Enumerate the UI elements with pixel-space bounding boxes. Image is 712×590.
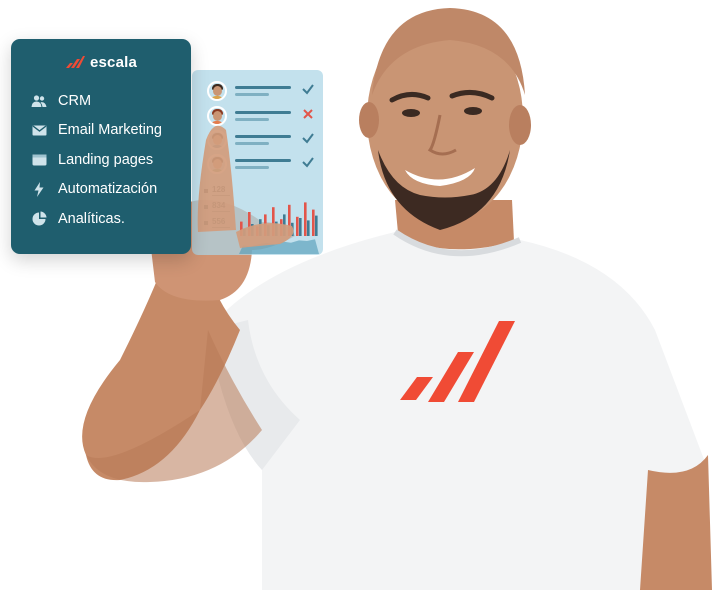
chart-bar-blue xyxy=(299,218,302,236)
nav-label: Landing pages xyxy=(58,151,154,168)
contacts-analytics-card: 128 834 556 xyxy=(192,70,323,255)
stat-value: 128 xyxy=(212,185,226,194)
contact-avatar xyxy=(207,106,227,126)
nav-list: CRM Email Marketing Landing pages Automa… xyxy=(31,86,162,234)
contact-row[interactable] xyxy=(207,106,315,128)
chart-bar-red xyxy=(264,214,267,236)
pie-chart-icon xyxy=(31,211,47,227)
chart-bar-red xyxy=(256,226,259,236)
stat-item: 556 xyxy=(204,217,244,230)
nav-item-email-marketing[interactable]: Email Marketing xyxy=(31,116,162,146)
chart-bar-red xyxy=(296,216,299,236)
chart-bar-red xyxy=(248,212,251,236)
chart-bar-red xyxy=(288,204,291,236)
stat-value: 834 xyxy=(212,201,226,210)
cross-icon xyxy=(303,109,313,119)
browser-window-icon xyxy=(31,152,47,168)
chart-bar-blue xyxy=(307,220,310,236)
contact-avatar xyxy=(207,81,227,101)
nav-item-landing-pages[interactable]: Landing pages xyxy=(31,145,162,175)
nav-label: Analíticas. xyxy=(58,210,125,227)
check-icon xyxy=(302,157,314,168)
chart-bar-blue xyxy=(251,224,254,236)
contact-avatar xyxy=(207,130,227,150)
nav-label: Automatización xyxy=(58,181,158,198)
nav-card: escala CRM Email Marketing Landing pages… xyxy=(11,39,191,254)
nav-item-crm[interactable]: CRM xyxy=(31,86,162,116)
stat-item: 128 xyxy=(204,185,244,198)
chart-bar-blue xyxy=(275,221,278,236)
chart-bar-red xyxy=(280,219,283,236)
chart-area xyxy=(239,239,319,254)
nav-label: CRM xyxy=(58,92,92,109)
chart-bar-blue xyxy=(243,228,246,236)
chart-bar-red xyxy=(240,221,243,236)
lightning-bolt-icon xyxy=(31,181,47,197)
contact-row[interactable] xyxy=(207,81,315,103)
contact-row[interactable] xyxy=(207,130,315,152)
chart-bar-blue xyxy=(283,214,286,236)
contact-row[interactable] xyxy=(207,154,315,176)
chart-bar-red xyxy=(304,202,307,236)
chart-bar-blue xyxy=(315,215,318,236)
chart-bar-blue xyxy=(291,222,294,236)
chart-bar-blue xyxy=(267,225,270,236)
envelope-icon xyxy=(31,122,47,138)
users-icon xyxy=(31,93,47,109)
stat-value: 556 xyxy=(212,217,226,226)
brand[interactable]: escala xyxy=(11,51,191,73)
check-icon xyxy=(302,133,314,144)
contact-avatar xyxy=(207,154,227,174)
nav-item-automatizacion[interactable]: Automatización xyxy=(31,175,162,205)
mini-bar-chart xyxy=(239,202,319,254)
nav-label: Email Marketing xyxy=(58,122,162,139)
chart-bar-red xyxy=(272,207,275,236)
chart-bar-red xyxy=(312,209,315,236)
escala-logo-icon xyxy=(65,56,85,68)
stat-item: 834 xyxy=(204,201,244,214)
check-icon xyxy=(302,84,314,95)
nav-item-analiticas[interactable]: Analíticas. xyxy=(31,204,162,234)
brand-name: escala xyxy=(89,53,138,71)
chart-bar-blue xyxy=(259,219,262,236)
